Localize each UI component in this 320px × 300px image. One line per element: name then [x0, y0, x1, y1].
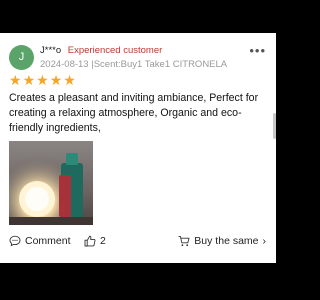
avatar[interactable]: J	[9, 45, 34, 70]
more-options-icon[interactable]: •••	[249, 43, 266, 58]
review-meta: 2024-08-13 |Scent:Buy1 Take1 CITRONELA	[40, 59, 227, 70]
reviewer-info: J***o Experienced customer	[40, 45, 162, 56]
review-card: J J***o Experienced customer 2024-08-13 …	[0, 33, 276, 263]
star-icon: ★	[49, 72, 63, 88]
review-text: Creates a pleasant and inviting ambiance…	[9, 92, 259, 134]
scrollbar[interactable]	[273, 113, 276, 139]
thumbs-up-icon	[84, 235, 96, 247]
chevron-right-icon: ›	[262, 235, 267, 247]
star-icon: ★	[9, 72, 22, 88]
comment-icon	[9, 235, 21, 247]
buy-the-same-label: Buy the same	[194, 235, 259, 247]
experienced-customer-badge: Experienced customer	[67, 45, 163, 56]
review-variant: Scent:Buy1 Take1 CITRONELA	[93, 59, 228, 70]
comment-label: Comment	[25, 235, 71, 247]
star-icon: ★	[63, 72, 76, 88]
buy-the-same-button[interactable]: Buy the same ›	[178, 235, 266, 247]
review-photo[interactable]	[9, 141, 93, 225]
star-icon: ★	[36, 72, 49, 88]
review-photo-image	[9, 141, 93, 225]
reviewer-name[interactable]: J***o	[40, 45, 61, 56]
cart-icon	[178, 235, 190, 247]
star-icon: ★	[22, 72, 36, 88]
like-count: 2	[100, 235, 106, 247]
comment-button[interactable]: Comment	[9, 235, 71, 247]
like-button[interactable]: 2	[84, 235, 106, 247]
review-date: 2024-08-13	[40, 59, 89, 70]
review-actions: Comment 2 Buy the same ›	[0, 235, 276, 253]
rating-stars: ★ ★ ★ ★ ★	[9, 73, 76, 87]
